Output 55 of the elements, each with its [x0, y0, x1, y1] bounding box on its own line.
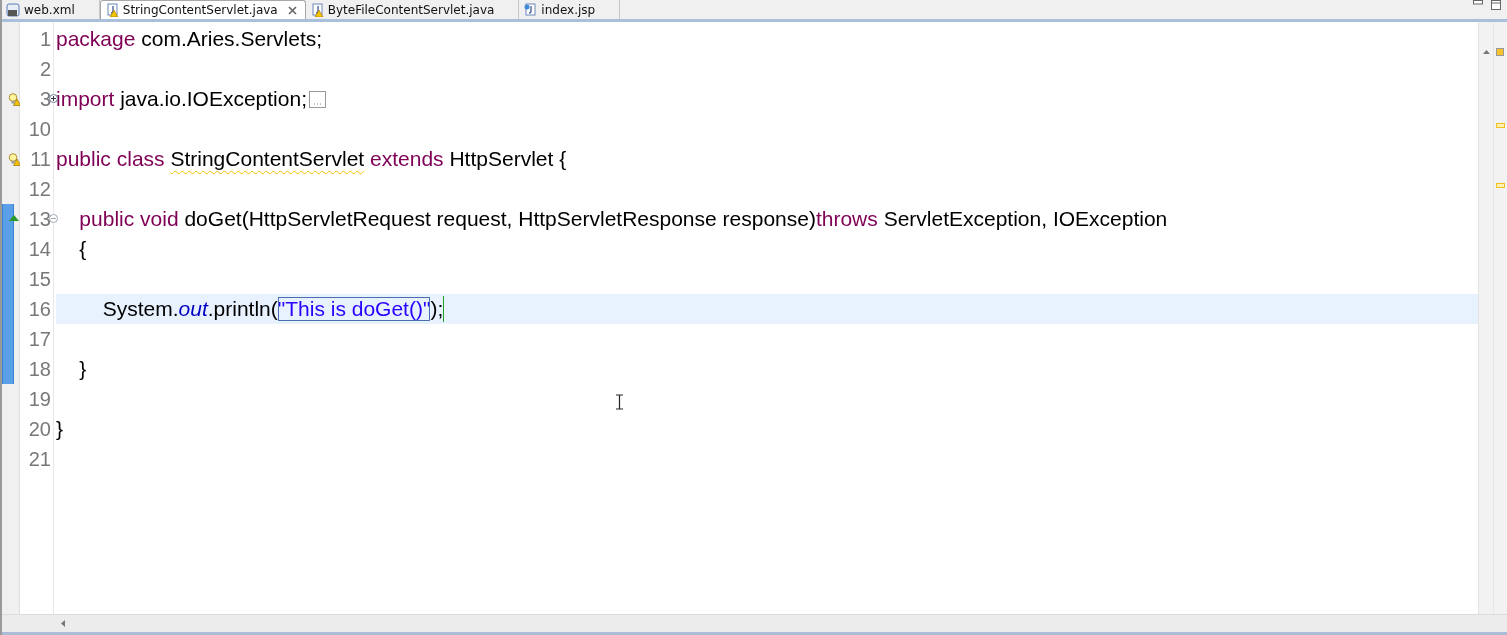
- code-text: com.Aries.Servlets;: [141, 26, 323, 52]
- code-string: "This is doGet()": [277, 297, 431, 321]
- code-text: doGet(HttpServletRequest request, HttpServletResponse response): [184, 206, 816, 232]
- collapse-icon[interactable]: [49, 214, 58, 223]
- text-caret: [443, 296, 445, 322]
- lightbulb-warning-icon[interactable]: [8, 93, 21, 106]
- folded-code-icon[interactable]: [308, 90, 326, 108]
- line-number: 14: [28, 237, 51, 262]
- line-number: 13: [28, 207, 51, 232]
- java-file-icon: [104, 3, 119, 17]
- line-number: 21: [28, 447, 51, 472]
- code-keyword: public: [79, 206, 135, 232]
- line-number: 3: [39, 87, 51, 112]
- expand-icon[interactable]: [49, 94, 58, 103]
- code-text: HttpServlet {: [449, 146, 567, 172]
- line-number: 10: [28, 117, 51, 142]
- code-keyword: package: [56, 26, 136, 52]
- code-text: );: [430, 296, 444, 322]
- code-keyword: class: [116, 146, 165, 172]
- editor-tab[interactable]: StringContentServlet.java: [99, 0, 306, 19]
- line-number: 17: [28, 327, 51, 352]
- scroll-left-icon[interactable]: [61, 620, 65, 627]
- code-keyword: throws: [815, 206, 878, 232]
- code-keyword: void: [140, 206, 179, 232]
- text-cursor-icon: [615, 394, 624, 410]
- horizontal-scrollbar[interactable]: [2, 614, 1507, 635]
- code-keyword: public: [56, 146, 111, 172]
- code-keyword: extends: [370, 146, 444, 172]
- code-text: }: [56, 416, 63, 442]
- java-file-icon: [309, 2, 324, 17]
- line-number: 1: [39, 27, 51, 52]
- code-text: {: [79, 236, 87, 262]
- code-field: out: [178, 294, 208, 324]
- code-text: System.: [102, 296, 179, 322]
- lightbulb-warning-icon[interactable]: [8, 153, 21, 166]
- jsp-file-icon: [523, 2, 538, 17]
- code-warning-text: StringContentServlet: [170, 146, 365, 172]
- code-text: ServletException, IOException: [883, 206, 1168, 232]
- minimize-icon[interactable]: [1473, 0, 1483, 5]
- line-number: 2: [39, 57, 51, 82]
- line-number: 20: [28, 417, 51, 442]
- scroll-up-icon[interactable]: [1482, 50, 1490, 54]
- line-number: 11: [30, 147, 51, 172]
- line-number: 12: [28, 177, 51, 202]
- line-number: 18: [28, 357, 51, 382]
- line-number: 16: [28, 297, 51, 322]
- code-keyword: import: [56, 86, 115, 112]
- code-text: }: [79, 356, 87, 382]
- override-triangle-icon[interactable]: [9, 215, 19, 221]
- close-icon[interactable]: [287, 5, 297, 15]
- code-text: java.io.IOException;: [120, 86, 307, 112]
- line-number: 19: [28, 387, 51, 412]
- warning-status-icon: [1496, 48, 1504, 56]
- line-number: 15: [28, 267, 51, 292]
- maximize-icon[interactable]: [1491, 0, 1501, 10]
